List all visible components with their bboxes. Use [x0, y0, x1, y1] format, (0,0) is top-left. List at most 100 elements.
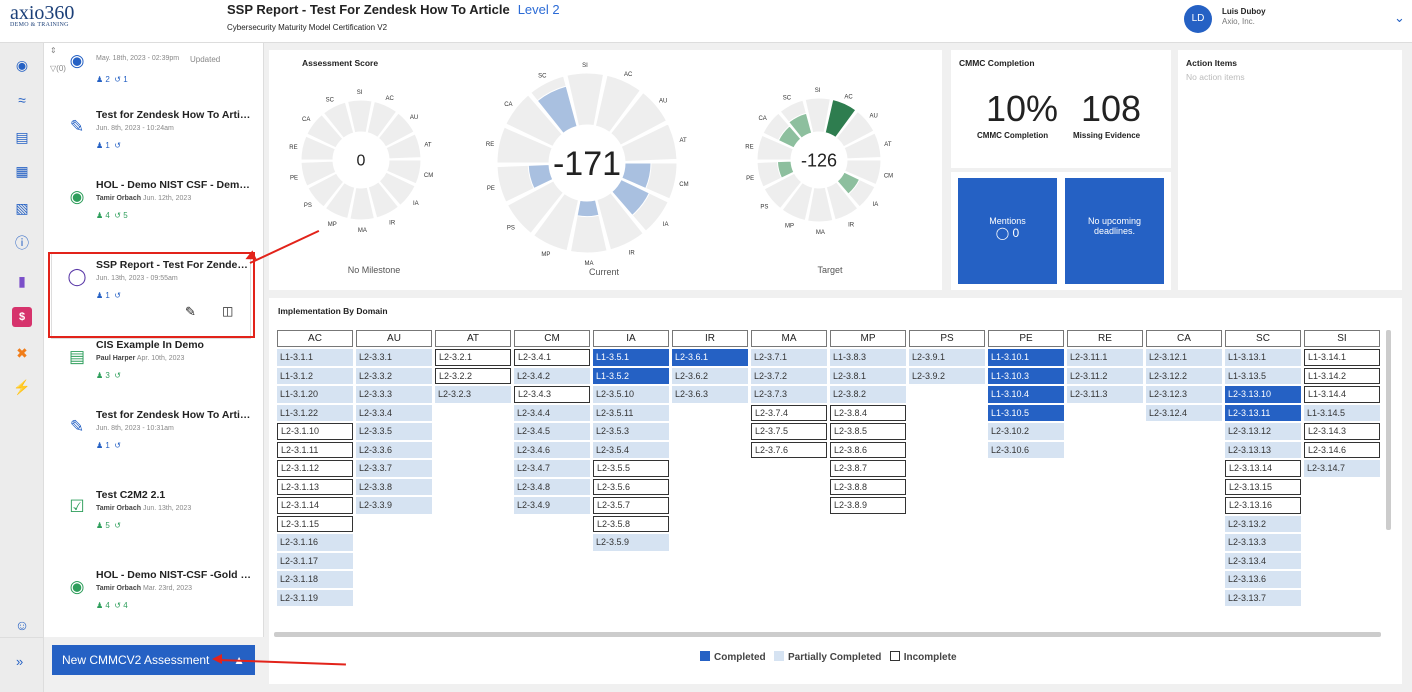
list-item[interactable]: ◉ HOL - Demo NIST CSF - Demo ... Tamir O…	[44, 173, 256, 243]
practice-cell[interactable]: L2-3.7.2	[751, 367, 827, 384]
calendar-icon[interactable]: ▧	[12, 198, 32, 218]
practice-cell[interactable]: L2-3.2.1	[435, 349, 511, 366]
practice-cell[interactable]: L2-3.13.3	[1225, 534, 1301, 551]
practice-cell[interactable]: L2-3.3.8	[356, 478, 432, 495]
list-item[interactable]: ☑ Test C2M2 2.1 Tamir Orbach Jun. 13th, …	[44, 483, 256, 553]
practice-cell[interactable]: L2-3.6.3	[672, 386, 748, 403]
practice-cell[interactable]: L2-3.9.1	[909, 349, 985, 366]
practice-cell[interactable]: L2-3.13.6	[1225, 571, 1301, 588]
practice-cell[interactable]: L2-3.7.5	[751, 423, 827, 440]
practice-cell[interactable]: L2-3.3.3	[356, 386, 432, 403]
practice-cell[interactable]: L2-3.7.3	[751, 386, 827, 403]
practice-cell[interactable]: L1-3.14.5	[1304, 404, 1380, 421]
practice-cell[interactable]: L2-3.1.18	[277, 571, 353, 588]
practice-cell[interactable]: L2-3.5.3	[593, 423, 669, 440]
practice-cell[interactable]: L2-3.5.11	[593, 404, 669, 421]
deadlines-tile[interactable]: No upcoming deadlines.	[1065, 178, 1164, 284]
practice-cell[interactable]: L2-3.8.7	[830, 460, 906, 477]
practice-cell[interactable]: L2-3.13.16	[1225, 497, 1301, 514]
practice-cell[interactable]: L2-3.5.6	[593, 478, 669, 495]
list-item[interactable]: ◉ HOL - Demo NIST-CSF -Gold St... Tamir …	[44, 563, 256, 633]
practice-cell[interactable]: L2-3.5.9	[593, 534, 669, 551]
practice-cell[interactable]: L2-3.10.2	[988, 423, 1064, 440]
practice-cell[interactable]: L2-3.4.9	[514, 497, 590, 514]
chevron-down-icon[interactable]: ⌄	[1394, 10, 1405, 26]
practice-cell[interactable]: L2-3.7.1	[751, 349, 827, 366]
practice-cell[interactable]: L2-3.11.2	[1067, 367, 1143, 384]
practice-cell[interactable]: L2-3.4.3	[514, 386, 590, 403]
practice-cell[interactable]: L1-3.14.4	[1304, 386, 1380, 403]
practice-cell[interactable]: L2-3.1.11	[277, 441, 353, 458]
practice-cell[interactable]: L2-3.3.2	[356, 367, 432, 384]
practice-cell[interactable]: L2-3.10.6	[988, 441, 1064, 458]
practice-cell[interactable]: L2-3.13.11	[1225, 404, 1301, 421]
practice-cell[interactable]: L2-3.8.5	[830, 423, 906, 440]
practice-cell[interactable]: L2-3.1.16	[277, 534, 353, 551]
practice-cell[interactable]: L1-3.13.5	[1225, 367, 1301, 384]
practice-cell[interactable]: L2-3.5.10	[593, 386, 669, 403]
table-icon[interactable]: ▦	[12, 161, 32, 181]
practice-cell[interactable]: L2-3.14.6	[1304, 441, 1380, 458]
practice-cell[interactable]: L1-3.1.22	[277, 404, 353, 421]
practice-cell[interactable]: L2-3.13.4	[1225, 552, 1301, 569]
practice-cell[interactable]: L2-3.1.19	[277, 589, 353, 606]
table-scrollbar-v[interactable]	[1386, 330, 1391, 530]
practice-cell[interactable]: L1-3.1.2	[277, 367, 353, 384]
practice-cell[interactable]: L2-3.4.5	[514, 423, 590, 440]
practice-cell[interactable]: L2-3.1.12	[277, 460, 353, 477]
practice-cell[interactable]: L1-3.10.5	[988, 404, 1064, 421]
level-badge[interactable]: Level 2	[518, 2, 560, 17]
practice-cell[interactable]: L1-3.8.3	[830, 349, 906, 366]
practice-cell[interactable]: L2-3.5.5	[593, 460, 669, 477]
table-scrollbar-h[interactable]	[274, 632, 1381, 637]
practice-cell[interactable]: L2-3.5.8	[593, 515, 669, 532]
practice-cell[interactable]: L2-3.1.13	[277, 478, 353, 495]
avatar[interactable]: LD	[1184, 5, 1212, 33]
lightning-icon[interactable]: ⚡	[12, 377, 32, 397]
logo[interactable]: axio360 DEMO & TRAINING	[10, 3, 74, 28]
practice-cell[interactable]: L2-3.13.14	[1225, 460, 1301, 477]
chart-icon[interactable]: ▤	[12, 127, 32, 147]
practice-cell[interactable]: L2-3.4.8	[514, 478, 590, 495]
practice-cell[interactable]: L2-3.3.4	[356, 404, 432, 421]
practice-cell[interactable]: L2-3.2.2	[435, 367, 511, 384]
practice-cell[interactable]: L2-3.7.4	[751, 404, 827, 421]
practice-cell[interactable]: L2-3.9.2	[909, 367, 985, 384]
practice-cell[interactable]: L2-3.4.7	[514, 460, 590, 477]
smiley-icon[interactable]: ☺	[12, 615, 32, 635]
practice-cell[interactable]: L2-3.14.7	[1304, 460, 1380, 477]
practice-cell[interactable]: L1-3.13.1	[1225, 349, 1301, 366]
mentions-tile[interactable]: Mentions ◯ 0	[958, 178, 1057, 284]
practice-cell[interactable]: L2-3.8.8	[830, 478, 906, 495]
practice-cell[interactable]: L2-3.5.4	[593, 441, 669, 458]
practice-cell[interactable]: L2-3.13.7	[1225, 589, 1301, 606]
practice-cell[interactable]: L2-3.5.7	[593, 497, 669, 514]
practice-cell[interactable]: L1-3.5.2	[593, 367, 669, 384]
practice-cell[interactable]: L1-3.10.4	[988, 386, 1064, 403]
list-item[interactable]: ✎ Test for Zendesk How To Article Jun. 8…	[44, 403, 256, 473]
practice-cell[interactable]: L1-3.5.1	[593, 349, 669, 366]
practice-cell[interactable]: L2-3.8.1	[830, 367, 906, 384]
practice-cell[interactable]: L2-3.6.2	[672, 367, 748, 384]
practice-cell[interactable]: L2-3.13.2	[1225, 515, 1301, 532]
practice-cell[interactable]: L2-3.8.2	[830, 386, 906, 403]
practice-cell[interactable]: L2-3.1.10	[277, 423, 353, 440]
practice-cell[interactable]: L2-3.8.4	[830, 404, 906, 421]
practice-cell[interactable]: L2-3.13.12	[1225, 423, 1301, 440]
expand-icon[interactable]: »	[16, 654, 23, 669]
list-item[interactable]: ✎ Test for Zendesk How To Article Jun. 8…	[44, 103, 256, 173]
practice-cell[interactable]: L1-3.14.1	[1304, 349, 1380, 366]
practice-cell[interactable]: L1-3.1.1	[277, 349, 353, 366]
layers-icon[interactable]: ≈	[12, 90, 32, 110]
practice-cell[interactable]: L2-3.3.9	[356, 497, 432, 514]
practice-cell[interactable]: L2-3.2.3	[435, 386, 511, 403]
practice-cell[interactable]: L2-3.3.7	[356, 460, 432, 477]
list-item[interactable]: ◉ May. 18th, 2023 - 02:39pm ♟ 2 ↺ 1	[44, 49, 256, 89]
practice-cell[interactable]: L2-3.4.4	[514, 404, 590, 421]
practice-cell[interactable]: L2-3.12.1	[1146, 349, 1222, 366]
practice-cell[interactable]: L2-3.8.6	[830, 441, 906, 458]
practice-cell[interactable]: L2-3.12.2	[1146, 367, 1222, 384]
dollar-icon[interactable]: $	[12, 307, 32, 327]
practice-cell[interactable]: L1-3.1.20	[277, 386, 353, 403]
practice-cell[interactable]: L2-3.11.1	[1067, 349, 1143, 366]
